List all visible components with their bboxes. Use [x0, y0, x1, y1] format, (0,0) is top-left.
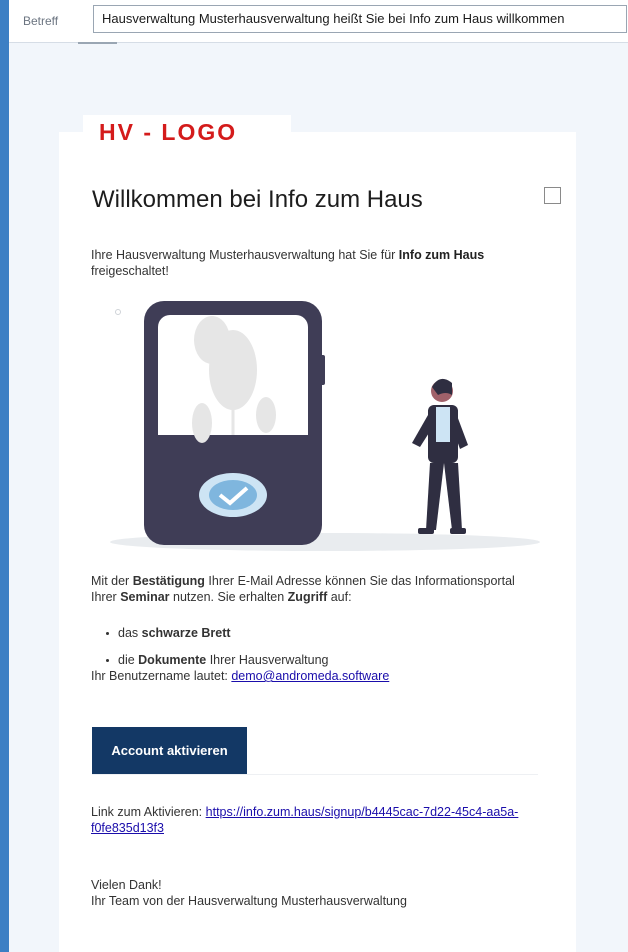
- logo-text: HV - LOGO: [99, 119, 238, 145]
- subject-label: Betreff: [23, 14, 59, 28]
- signature-line: Ihr Team von der Hausverwaltung Musterha…: [91, 894, 407, 908]
- activation-link-row: Link zum Aktivieren: https://info.zum.ha…: [91, 805, 519, 835]
- bullet-icon: [106, 632, 109, 635]
- intro-bold: Info zum Haus: [398, 248, 485, 262]
- tab-indicator: [78, 42, 117, 44]
- phone-button: [320, 355, 325, 385]
- window-left-border: [0, 0, 9, 952]
- confirm-text: Mit der Bestätigung Ihrer E-Mail Adresse…: [91, 574, 515, 604]
- bullet-icon: [106, 659, 109, 662]
- username-link[interactable]: demo@andromeda.software: [231, 669, 389, 683]
- thanks-line: Vielen Dank!: [91, 878, 162, 892]
- username-line: Ihr Benutzername lautet: demo@andromeda.…: [91, 669, 390, 683]
- image-placeholder-checkbox[interactable]: [544, 187, 561, 204]
- closing-text: Vielen Dank! Ihr Team von der Hausverwal…: [91, 877, 541, 909]
- welcome-illustration: [110, 301, 540, 551]
- divider: [92, 774, 538, 775]
- plant-leaf-small: [192, 403, 212, 443]
- activate-account-button[interactable]: Account aktivieren: [92, 727, 247, 774]
- subject-input[interactable]: Hausverwaltung Musterhausverwaltung heiß…: [93, 5, 627, 33]
- email-title: Willkommen bei Info zum Haus: [92, 186, 423, 213]
- list-item: das schwarze Brett: [106, 626, 231, 640]
- intro-text: Ihre Hausverwaltung Musterhausverwaltung…: [91, 248, 485, 278]
- person-figure: [412, 378, 468, 534]
- subject-row: Betreff Hausverwaltung Musterhausverwalt…: [9, 0, 628, 43]
- list-item: die Dokumente Ihrer Hausverwaltung: [106, 653, 329, 667]
- logo: HV - LOGO: [83, 115, 291, 153]
- decor-dot: [115, 309, 121, 315]
